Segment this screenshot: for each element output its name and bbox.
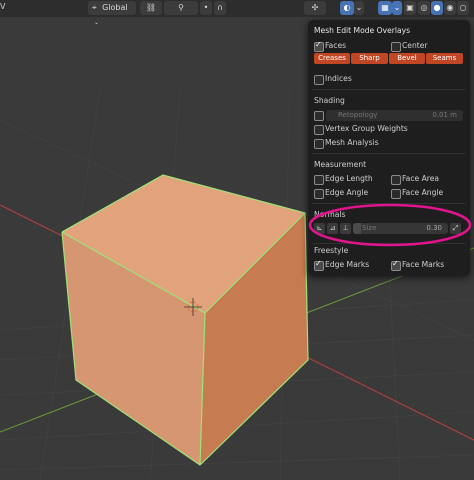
shading-solid[interactable]: ● <box>431 1 443 15</box>
retopology-label: Retopology <box>338 111 378 119</box>
falloff-icon: ∩ <box>217 3 223 12</box>
wireframe-shading-icon: ◎ <box>420 3 428 12</box>
shading-material[interactable]: ◉ <box>444 1 456 15</box>
solid-shading-icon: ● <box>433 3 441 12</box>
face-angle-checkbox[interactable] <box>391 189 401 199</box>
indices-checkbox[interactable] <box>314 75 324 85</box>
orientation-icon: ⌖ <box>92 3 97 12</box>
display-face-normals-button[interactable]: ⊥ <box>340 223 351 234</box>
face-marks-label: Face Marks <box>402 260 445 269</box>
bevel-toggle[interactable]: Bevel <box>389 53 425 64</box>
face-marks-checkbox[interactable] <box>391 259 401 271</box>
normal-size-value: 0.30 <box>426 224 442 232</box>
circle-dot-icon: • <box>203 3 209 12</box>
edge-length-checkbox[interactable] <box>314 175 324 185</box>
mesh-overlay-icon: ▦ <box>381 3 389 12</box>
edge-length-label: Edge Length <box>325 174 373 183</box>
overlays-dropdown[interactable]: ⌄ <box>354 1 364 15</box>
chevron-down-icon: ⌄ <box>393 3 401 12</box>
expand-arrow-icon: ⤢ <box>452 224 459 232</box>
seams-toggle[interactable]: Seams <box>426 53 463 64</box>
orientation-value: Global <box>102 3 128 12</box>
face-normal-icon: ⊥ <box>342 224 349 232</box>
normals-header: Normals <box>314 210 346 219</box>
vertex-normal-icon: ⊾ <box>316 224 323 232</box>
header-partial-label: V <box>0 2 6 11</box>
proportional-edit-button[interactable]: • <box>200 1 212 15</box>
retopology-field[interactable]: Retopology 0.01 m <box>326 110 463 121</box>
display-vertex-normals-button[interactable]: ⊾ <box>314 223 325 234</box>
divider <box>312 203 466 204</box>
edge-marks-label: Edge Marks <box>325 260 370 269</box>
shading-header: Shading <box>314 96 345 105</box>
face-angle-label: Face Angle <box>402 188 444 197</box>
divider <box>312 153 466 154</box>
overlays-toggle[interactable]: ◐ <box>340 1 354 15</box>
mesh-analysis-checkbox[interactable] <box>314 139 324 149</box>
retopology-checkbox[interactable] <box>314 111 324 121</box>
sharp-toggle[interactable]: Sharp <box>351 53 388 64</box>
face-area-checkbox[interactable] <box>391 175 401 185</box>
normal-size-field[interactable]: Size 0.30 <box>353 223 448 234</box>
display-split-normals-button[interactable]: ⊿ <box>327 223 338 234</box>
faces-checkbox[interactable] <box>314 40 324 52</box>
split-normal-icon: ⊿ <box>329 224 336 232</box>
normal-size-fill <box>353 223 361 234</box>
center-checkbox[interactable] <box>391 42 401 52</box>
edge-angle-checkbox[interactable] <box>314 189 324 199</box>
chevron-down-icon: ⌄ <box>355 3 363 12</box>
viewport-header: V ⌖ Global ⌄ ⛓ ⚲ • ∩ ✣ ◐ ⌄ ▦ ⌄ ▣ ◎ ● ◉ ○ <box>0 0 474 26</box>
snap-button[interactable]: ⚲ <box>164 1 198 15</box>
face-area-label: Face Area <box>402 174 440 183</box>
center-label: Center <box>402 41 428 50</box>
rendered-shading-icon: ○ <box>459 3 467 12</box>
freestyle-header: Freestyle <box>314 246 349 255</box>
divider <box>312 89 466 90</box>
mesh-analysis-label: Mesh Analysis <box>325 138 379 147</box>
edge-angle-label: Edge Angle <box>325 188 369 197</box>
transform-orientation-dropdown[interactable]: ⌖ Global ⌄ <box>88 1 136 26</box>
gizmo-button[interactable]: ✣ <box>304 1 326 15</box>
pivot-button[interactable]: ⛓ <box>140 1 162 15</box>
mesh-edit-overlays-dropdown[interactable]: ⌄ <box>392 1 402 15</box>
chevron-down-icon: ⌄ <box>94 19 100 26</box>
shading-wireframe[interactable]: ◎ <box>418 1 430 15</box>
link-icon: ⛓ <box>145 3 157 12</box>
indices-label: Indices <box>325 74 352 83</box>
retopology-value: 0.01 m <box>432 111 457 119</box>
constant-screen-size-button[interactable]: ⤢ <box>450 223 461 234</box>
xray-toggle[interactable]: ▣ <box>404 1 416 15</box>
overlays-icon: ◐ <box>343 3 351 12</box>
normal-size-label: Size <box>362 224 377 232</box>
edge-marks-checkbox[interactable] <box>314 259 324 271</box>
falloff-button[interactable]: ∩ <box>214 1 226 15</box>
measurement-header: Measurement <box>314 160 367 169</box>
xray-icon: ▣ <box>406 3 414 12</box>
magnet-icon: ⚲ <box>178 3 184 12</box>
vertex-group-weights-label: Vertex Group Weights <box>325 124 408 133</box>
vertex-group-weights-checkbox[interactable] <box>314 125 324 135</box>
divider <box>312 243 466 244</box>
mesh-edit-overlays-toggle[interactable]: ▦ <box>378 1 392 15</box>
creases-toggle[interactable]: Creases <box>314 53 350 64</box>
panel-title: Mesh Edit Mode Overlays <box>314 26 411 35</box>
material-shading-icon: ◉ <box>446 3 454 12</box>
shading-rendered[interactable]: ○ <box>457 1 469 15</box>
gizmo-icon: ✣ <box>311 3 319 12</box>
faces-label: Faces <box>325 41 347 50</box>
